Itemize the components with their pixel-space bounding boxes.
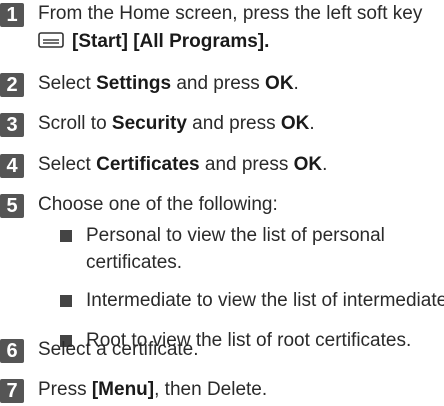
step-number: 1: [0, 3, 24, 27]
step-1-keys: [Start] [All Programs].: [72, 31, 270, 52]
step-text: From the Home screen, press the left sof…: [38, 0, 422, 56]
step-1-line-1: From the Home screen, press the left sof…: [38, 3, 423, 24]
step-number: 5: [0, 194, 24, 218]
step-number: 6: [0, 339, 24, 363]
soft-key-icon: [38, 32, 64, 49]
option-intermediate: Intermediate to view the list of interme…: [86, 290, 444, 311]
option-personal-line-2: certificates.: [86, 252, 183, 273]
step-4: 4 Select Certificates and press OK.: [0, 151, 327, 179]
step-number: 7: [0, 379, 24, 403]
step-text: Choose one of the following:: [38, 194, 278, 215]
step-5: 5 Choose one of the following:: [0, 191, 278, 219]
step-text: Select a certificate.: [38, 339, 199, 360]
step-number: 2: [0, 73, 24, 97]
step-text: Select Certificates and press OK.: [38, 154, 328, 175]
square-bullet-icon: [60, 230, 72, 242]
option-personal-line-1: Personal to view the list of personal: [86, 225, 385, 246]
step-text: Select Settings and press OK.: [38, 73, 299, 94]
step-1-line-2: [Start] [All Programs].: [38, 28, 422, 56]
step-7: 7 Press [Menu], then Delete.: [0, 376, 267, 404]
step-text: Scroll to Security and press OK.: [38, 113, 315, 134]
step-1: 1 From the Home screen, press the left s…: [0, 0, 422, 56]
step-3: 3 Scroll to Security and press OK.: [0, 110, 315, 138]
step-6: 6 Select a certificate.: [0, 336, 199, 364]
list-item: Personal to view the list of personal ce…: [60, 222, 385, 276]
step-2: 2 Select Settings and press OK.: [0, 70, 299, 98]
step-text: Press [Menu], then Delete.: [38, 379, 268, 400]
list-item: Intermediate to view the list of interme…: [60, 287, 444, 314]
square-bullet-icon: [60, 295, 72, 307]
step-number: 3: [0, 113, 24, 137]
step-number: 4: [0, 154, 24, 178]
